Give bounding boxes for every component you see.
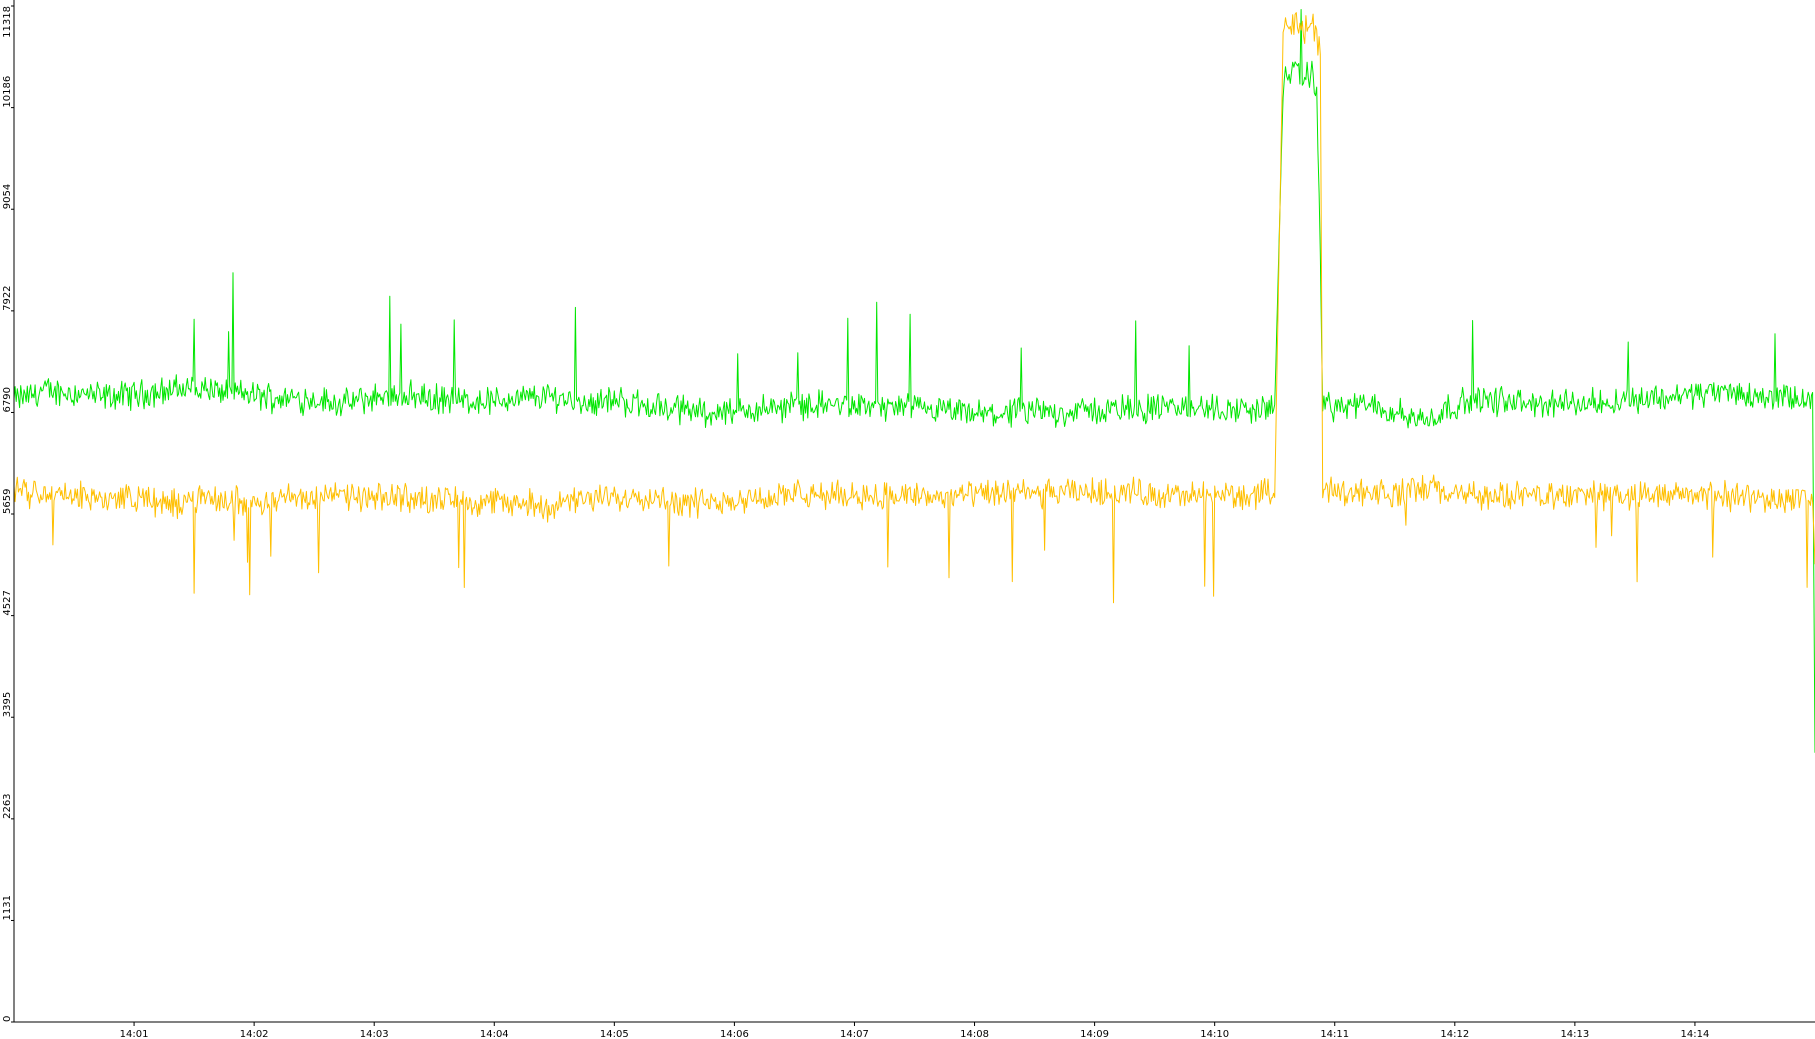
y-tick-label: 6790 (2, 387, 13, 412)
x-tick-label: 14:10 (1200, 1029, 1229, 1039)
y-tick-label: 10186 (2, 76, 13, 108)
chart-root: 0 1131 2263 3395 4527 5659 6790 7922 9054 10186 11… (0, 0, 1815, 1039)
y-tick-label: 1131 (2, 895, 13, 920)
x-tick-label: 14:01 (120, 1029, 149, 1039)
y-tick-label: 3395 (2, 692, 13, 717)
x-tick-label: 14:03 (360, 1029, 389, 1039)
x-tick-label: 14:05 (600, 1029, 629, 1039)
x-tick-label: 14:09 (1080, 1029, 1109, 1039)
x-tick-label: 14:04 (480, 1029, 509, 1039)
x-tick-label: 14:11 (1320, 1029, 1349, 1039)
y-tick-label: 4527 (2, 590, 13, 615)
y-tick-label: 0 (2, 1016, 13, 1022)
x-tick-label: 14:07 (840, 1029, 869, 1039)
y-tick-label: 5659 (2, 489, 13, 514)
y-tick-label: 9054 (2, 184, 13, 209)
y-tick-label: 11318 (2, 6, 13, 38)
y-tick-label: 2263 (2, 793, 13, 818)
x-tick-label: 14:13 (1560, 1029, 1589, 1039)
x-tick-label: 14:12 (1440, 1029, 1469, 1039)
line-chart: 0 1131 2263 3395 4527 5659 6790 7922 9054 10186 11… (0, 0, 1815, 1039)
y-tick-label: 7922 (2, 285, 13, 310)
x-tick-label: 14:02 (240, 1029, 269, 1039)
x-tick-label: 14:08 (960, 1029, 989, 1039)
x-tick-label: 14:06 (720, 1029, 749, 1039)
plot-background (0, 0, 1815, 1039)
x-tick-label: 14:14 (1681, 1029, 1710, 1039)
